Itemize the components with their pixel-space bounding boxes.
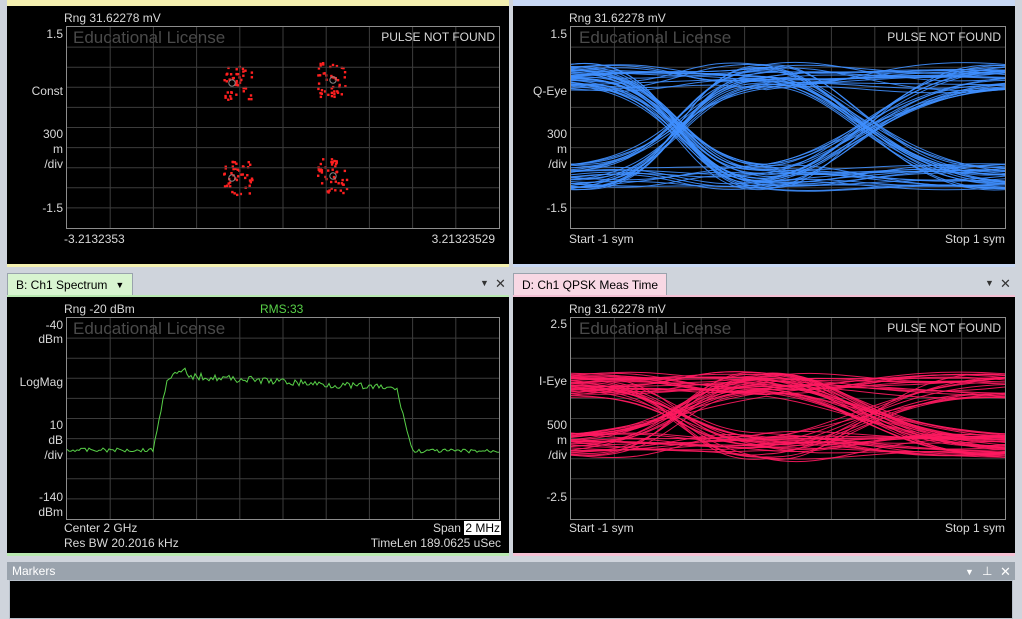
chevron-down-icon[interactable]: ▼ [985, 278, 994, 288]
tl-license-watermark: Educational License [73, 28, 226, 47]
bl-y-scale-2: dB [48, 433, 63, 447]
q-eye-plot [571, 27, 1005, 228]
bl-range: Rng -20 dBm [64, 302, 135, 316]
tr-y-scale-1: 300 [546, 127, 567, 141]
bl-y-scale-3: /div [44, 448, 63, 462]
tr-y-mode: Q-Eye [532, 84, 567, 98]
dropdown-icon[interactable]: ▼ [115, 280, 124, 290]
constellation-plot [67, 27, 499, 228]
tr-y-scale-3: /div [548, 157, 567, 171]
tl-range: Rng 31.62278 mV [64, 11, 161, 25]
bl-rms: RMS:33 [260, 302, 304, 316]
bl-y-bot-1: -140 [38, 490, 63, 504]
i-eye-panel[interactable]: Rng 31.62278 mV Educational License PULS… [513, 297, 1015, 553]
close-icon[interactable]: ✕ [495, 276, 506, 292]
markers-title-bar[interactable]: Markers [7, 562, 1015, 580]
tl-y-scale-3: /div [44, 157, 63, 171]
spectrum-panel[interactable]: Rng -20 dBm RMS:33 Educational License -… [7, 297, 509, 553]
tab-ch1-spectrum-label: B: Ch1 Spectrum [16, 277, 108, 292]
markers-panel[interactable] [9, 580, 1013, 619]
tr-x-left: Start -1 sym [569, 232, 634, 246]
br-x-left: Start -1 sym [569, 521, 634, 535]
tl-y-scale-1: 300 [42, 127, 63, 141]
tr-y-scale-2: m [557, 142, 567, 156]
br-y-scale-3: /div [548, 448, 567, 462]
pin-icon[interactable]: ⊥ [982, 564, 992, 578]
br-range: Rng 31.62278 mV [569, 302, 666, 316]
tr-range: Rng 31.62278 mV [569, 11, 666, 25]
br-y-scale-2: m [557, 433, 567, 447]
bl-y-top-1: -40 [45, 318, 63, 332]
bl-center: Center 2 GHz [64, 521, 138, 535]
bl-y-top-2: dBm [38, 332, 63, 346]
bl-timelen: TimeLen 189.0625 uSec [370, 536, 501, 550]
tr-y-top: 1.5 [550, 27, 567, 41]
br-y-top: 2.5 [550, 317, 567, 331]
bl-y-scale-1: 10 [49, 418, 63, 432]
tl-grid: Educational License PULSE NOT FOUND [66, 26, 500, 229]
br-y-scale-1: 500 [546, 418, 567, 432]
bl-license-watermark: Educational License [73, 319, 226, 338]
tl-x-left: -3.2132353 [64, 232, 125, 246]
tl-y-mode: Const [31, 84, 63, 98]
span-value-field[interactable]: 2 MHz [464, 521, 501, 535]
br-y-mode: I-Eye [538, 374, 567, 388]
chevron-down-icon[interactable]: ▼ [965, 567, 974, 577]
br-y-bot: -2.5 [546, 490, 567, 504]
bl-span-label: Span [432, 521, 461, 535]
br-status: PULSE NOT FOUND [887, 321, 1001, 335]
tl-x-right: 3.21323529 [431, 232, 495, 246]
tr-grid: Educational License PULSE NOT FOUND [570, 26, 1006, 229]
close-icon[interactable]: ✕ [1000, 276, 1011, 292]
tr-x-right: Stop 1 sym [944, 232, 1005, 246]
chevron-down-icon[interactable]: ▼ [480, 278, 489, 288]
tab-ch1-qpsk-meas-time[interactable]: D: Ch1 QPSK Meas Time [513, 273, 668, 295]
tl-y-bot: -1.5 [42, 201, 63, 215]
tr-y-bot: -1.5 [546, 201, 567, 215]
tab-ch1-spectrum[interactable]: B: Ch1 Spectrum ▼ [7, 273, 134, 295]
bl-span: Span 2 MHz [433, 521, 501, 535]
close-icon[interactable]: ✕ [1000, 564, 1011, 580]
br-grid: Educational License PULSE NOT FOUND [570, 317, 1006, 520]
constellation-panel[interactable]: Rng 31.62278 mV Educational License PULS… [7, 6, 509, 264]
tr-license-watermark: Educational License [579, 28, 732, 47]
bl-res-bw: Res BW 20.2016 kHz [64, 536, 179, 550]
bl-grid: Educational License [66, 317, 500, 520]
tl-y-top: 1.5 [46, 27, 63, 41]
tr-status: PULSE NOT FOUND [887, 30, 1001, 44]
bl-y-mode: LogMag [19, 375, 63, 389]
bl-y-bot-2: dBm [38, 505, 63, 519]
i-eye-plot [571, 318, 1005, 519]
q-eye-panel[interactable]: Rng 31.62278 mV Educational License PULS… [513, 6, 1015, 264]
markers-title: Markers [12, 564, 56, 578]
br-license-watermark: Educational License [579, 319, 732, 338]
tl-y-scale-2: m [53, 142, 63, 156]
br-x-right: Stop 1 sym [944, 521, 1005, 535]
analyzer-window: Rng 31.62278 mV Educational License PULS… [0, 0, 1022, 619]
tab-ch1-qpsk-label: D: Ch1 QPSK Meas Time [522, 277, 659, 292]
tl-status: PULSE NOT FOUND [381, 30, 495, 44]
spectrum-plot [67, 318, 499, 519]
